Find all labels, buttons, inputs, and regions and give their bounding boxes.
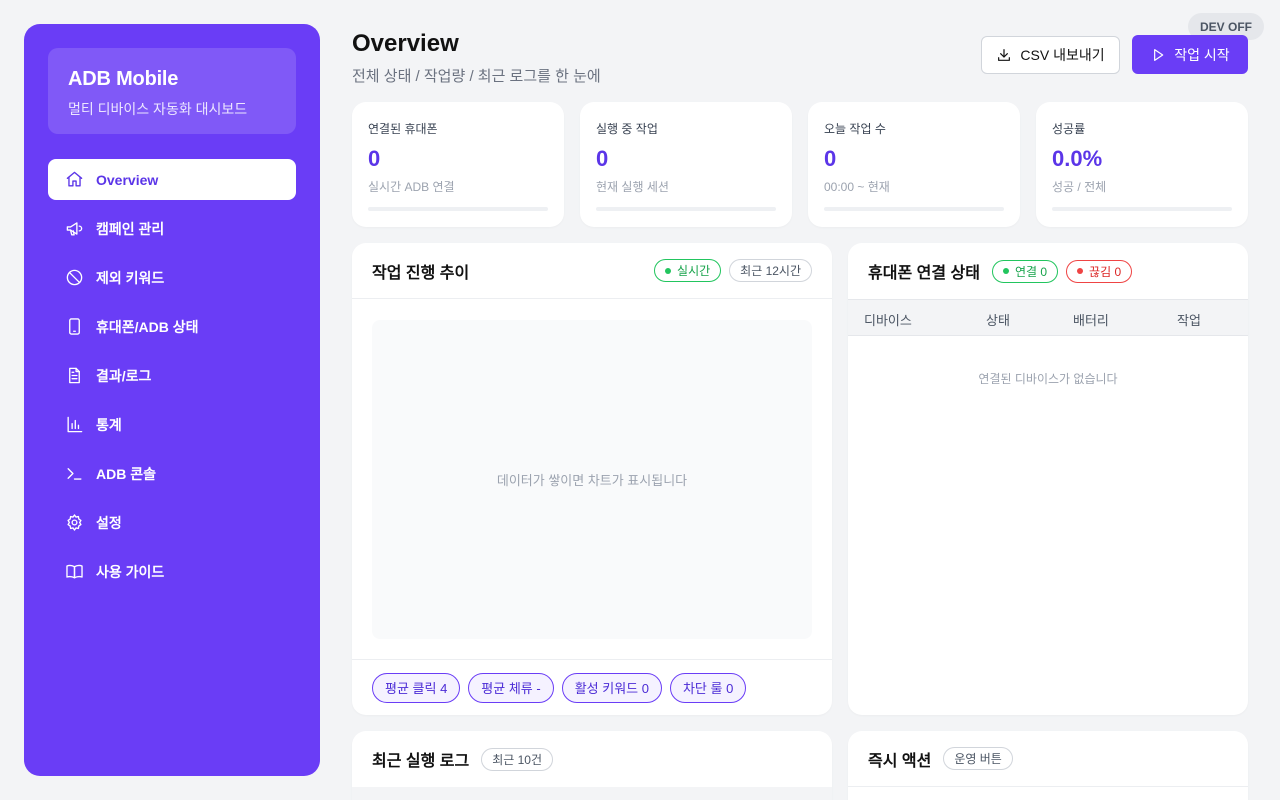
stat-value: 0 bbox=[824, 146, 837, 171]
panel-title: 작업 진행 추이 bbox=[372, 264, 470, 282]
phone-icon bbox=[64, 317, 84, 337]
csv-export-label: CSV 내보내기 bbox=[1020, 47, 1105, 63]
connected-chip[interactable]: 연결 0 bbox=[991, 259, 1059, 283]
gear-icon bbox=[64, 513, 84, 533]
brand-card: ADB Mobile 멀티 디바이스 자동화 대시보드 bbox=[48, 48, 296, 134]
stat-progress-bar bbox=[824, 207, 1004, 211]
column-header-job[interactable]: 작업 bbox=[1177, 310, 1201, 329]
metric-pill-active-keywords[interactable]: 활성 키워드 0 bbox=[561, 672, 662, 703]
panel-title: 휴대폰 연결 상태 bbox=[868, 265, 980, 282]
metric-pill-avg-stay[interactable]: 평균 체류 - bbox=[468, 672, 554, 703]
sidebar-item-label: 휴대폰/ADB 상태 bbox=[96, 318, 199, 335]
connected-chip-label: 연결 0 bbox=[1014, 264, 1048, 279]
stat-description: 성공 / 전체 bbox=[1052, 180, 1107, 194]
log-count-chip[interactable]: 최근 10건 bbox=[481, 747, 554, 771]
range-chip[interactable]: 최근 12시간 bbox=[729, 259, 812, 282]
sidebar: ADB Mobile 멀티 디바이스 자동화 대시보드 Overview 캠페인… bbox=[24, 24, 320, 776]
stat-card-today-jobs: 오늘 작업 수 0 00:00 ~ 현재 bbox=[808, 102, 1020, 227]
stat-value: 0 bbox=[368, 146, 381, 171]
sidebar-item-label: 통계 bbox=[96, 416, 122, 433]
stat-description: 현재 실행 세션 bbox=[596, 180, 669, 194]
stat-label: 성공률 bbox=[1052, 122, 1086, 136]
stat-label: 실행 중 작업 bbox=[596, 122, 658, 136]
csv-export-button[interactable]: CSV 내보내기 bbox=[981, 36, 1120, 74]
sidebar-item-adb-console[interactable]: ADB 콘솔 bbox=[48, 453, 296, 494]
stat-progress-bar bbox=[368, 207, 548, 211]
log-table-header bbox=[352, 787, 832, 800]
column-header-battery[interactable]: 배터리 bbox=[1073, 310, 1109, 329]
panel-header: 즉시 액션 운영 버튼 bbox=[848, 731, 1248, 787]
live-chip-label: 실시간 bbox=[677, 264, 711, 278]
sidebar-item-statistics[interactable]: 통계 bbox=[48, 404, 296, 445]
sidebar-nav: Overview 캠페인 관리 제외 키워드 휴대폰/ADB 상태 결과/로그 … bbox=[48, 159, 296, 592]
sidebar-item-settings[interactable]: 설정 bbox=[48, 502, 296, 543]
document-icon bbox=[64, 366, 84, 386]
page-title: Overview bbox=[352, 30, 459, 57]
stat-value: 0 bbox=[596, 146, 609, 171]
panel-header: 작업 진행 추이 실시간 최근 12시간 bbox=[352, 243, 832, 299]
sidebar-item-results-logs[interactable]: 결과/로그 bbox=[48, 355, 296, 396]
sidebar-item-label: ADB 콘솔 bbox=[96, 465, 156, 482]
column-header-status[interactable]: 상태 bbox=[986, 310, 1010, 329]
sidebar-item-label: 사용 가이드 bbox=[96, 563, 165, 580]
live-chip[interactable]: 실시간 bbox=[654, 259, 722, 282]
sidebar-item-label: 결과/로그 bbox=[96, 367, 152, 384]
sidebar-item-overview[interactable]: Overview bbox=[48, 159, 296, 200]
brand-title: ADB Mobile bbox=[68, 68, 179, 90]
download-icon bbox=[998, 49, 1011, 61]
metric-pill-block-rules[interactable]: 차단 룰 0 bbox=[669, 672, 747, 703]
chart-placeholder: 데이터가 쌓이면 차트가 표시됩니다 bbox=[372, 320, 812, 639]
play-icon bbox=[1154, 48, 1164, 61]
stat-label: 오늘 작업 수 bbox=[824, 122, 886, 136]
metric-pill-avg-click[interactable]: 평균 클릭 4 bbox=[372, 672, 461, 703]
connected-dot-icon bbox=[1002, 268, 1009, 274]
stat-card-connected-phones: 연결된 휴대폰 0 실시간 ADB 연결 bbox=[352, 102, 564, 227]
stat-description: 실시간 ADB 연결 bbox=[368, 180, 455, 194]
stat-card-running-jobs: 실행 중 작업 0 현재 실행 세션 bbox=[580, 102, 792, 227]
column-header-device[interactable]: 디바이스 bbox=[864, 310, 912, 329]
sidebar-item-user-guide[interactable]: 사용 가이드 bbox=[48, 551, 296, 592]
panel-title: 최근 실행 로그 bbox=[372, 753, 470, 770]
stat-value: 0.0% bbox=[1052, 146, 1103, 171]
operation-chip[interactable]: 운영 버튼 bbox=[943, 747, 1013, 770]
megaphone-icon bbox=[64, 219, 84, 239]
sidebar-item-label: 제외 키워드 bbox=[96, 269, 165, 286]
panel-header: 휴대폰 연결 상태 연결 0 끊김 0 bbox=[848, 243, 1248, 299]
job-progress-panel: 작업 진행 추이 실시간 최근 12시간 데이터가 쌓이면 차트가 표시됩니다 … bbox=[352, 243, 832, 715]
terminal-icon bbox=[64, 464, 84, 484]
stat-progress-bar bbox=[596, 207, 776, 211]
sidebar-item-label: Overview bbox=[96, 171, 159, 188]
disconnected-chip-label: 끊김 0 bbox=[1089, 264, 1122, 279]
bar-chart-icon bbox=[64, 415, 84, 435]
sidebar-item-label: 캠페인 관리 bbox=[96, 220, 165, 237]
panel-title: 즉시 액션 bbox=[868, 752, 932, 770]
recent-log-panel: 최근 실행 로그 최근 10건 bbox=[352, 731, 832, 800]
disconnected-dot-icon bbox=[1077, 268, 1084, 274]
quick-action-panel: 즉시 액션 운영 버튼 bbox=[848, 731, 1248, 800]
sidebar-item-label: 설정 bbox=[96, 514, 122, 531]
metrics-pill-row: 평균 클릭 4 평균 체류 - 활성 키워드 0 차단 룰 0 bbox=[352, 659, 832, 715]
stat-card-success-rate: 성공률 0.0% 성공 / 전체 bbox=[1036, 102, 1248, 227]
sidebar-item-phone-status[interactable]: 휴대폰/ADB 상태 bbox=[48, 306, 296, 347]
stat-description: 00:00 ~ 현재 bbox=[824, 180, 890, 194]
start-job-label: 작업 시작 bbox=[1174, 46, 1230, 63]
sidebar-item-campaigns[interactable]: 캠페인 관리 bbox=[48, 208, 296, 249]
stat-label: 연결된 휴대폰 bbox=[368, 122, 438, 136]
device-table-header: 디바이스 상태 배터리 작업 bbox=[848, 299, 1248, 336]
sidebar-item-excluded-keywords[interactable]: 제외 키워드 bbox=[48, 257, 296, 298]
book-icon bbox=[64, 562, 84, 582]
brand-subtitle: 멀티 디바이스 자동화 대시보드 bbox=[68, 101, 248, 117]
page-subtitle: 전체 상태 / 작업량 / 최근 로그를 한 눈에 bbox=[352, 68, 601, 85]
empty-device-message: 연결된 디바이스가 없습니다 bbox=[978, 372, 1118, 386]
disconnected-chip[interactable]: 끊김 0 bbox=[1066, 259, 1133, 283]
device-status-panel: 휴대폰 연결 상태 연결 0 끊김 0 디바이스 상태 배터리 작업 연결된 디… bbox=[848, 243, 1248, 715]
home-icon bbox=[64, 170, 84, 190]
panel-header: 최근 실행 로그 최근 10건 bbox=[352, 731, 832, 787]
ban-icon bbox=[64, 268, 84, 288]
start-job-button[interactable]: 작업 시작 bbox=[1132, 35, 1248, 74]
stat-progress-bar bbox=[1052, 207, 1232, 211]
live-dot-icon bbox=[665, 267, 672, 274]
